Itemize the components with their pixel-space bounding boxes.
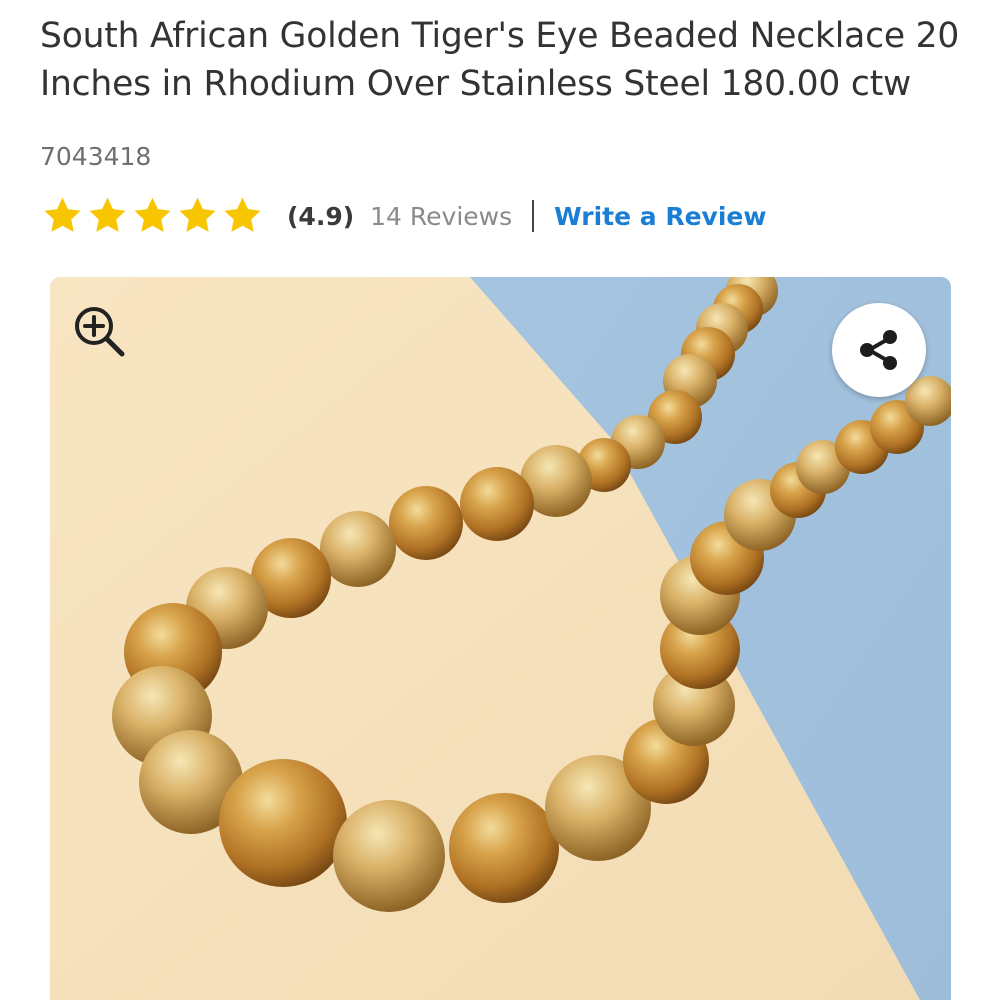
zoom-in-icon xyxy=(75,307,125,357)
rating-row: (4.9) 14 Reviews Write a Review xyxy=(40,195,766,237)
zoom-button[interactable] xyxy=(70,302,132,364)
star-icon xyxy=(224,197,261,232)
review-count-link[interactable]: 14 Reviews xyxy=(370,202,512,231)
star-icon xyxy=(179,197,216,232)
share-button[interactable] xyxy=(832,303,926,397)
write-review-link[interactable]: Write a Review xyxy=(554,202,766,231)
product-title: South African Golden Tiger's Eye Beaded … xyxy=(40,16,960,104)
divider xyxy=(532,200,535,232)
star-icon xyxy=(44,197,81,232)
star-icon xyxy=(89,197,126,232)
rating-value: (4.9) xyxy=(287,201,355,231)
share-icon xyxy=(860,330,897,370)
product-sku: 7043418 xyxy=(40,142,152,171)
product-photo xyxy=(50,277,951,1000)
star-icon xyxy=(134,197,171,232)
product-image-gallery[interactable] xyxy=(50,277,951,1000)
star-rating[interactable] xyxy=(40,195,265,237)
